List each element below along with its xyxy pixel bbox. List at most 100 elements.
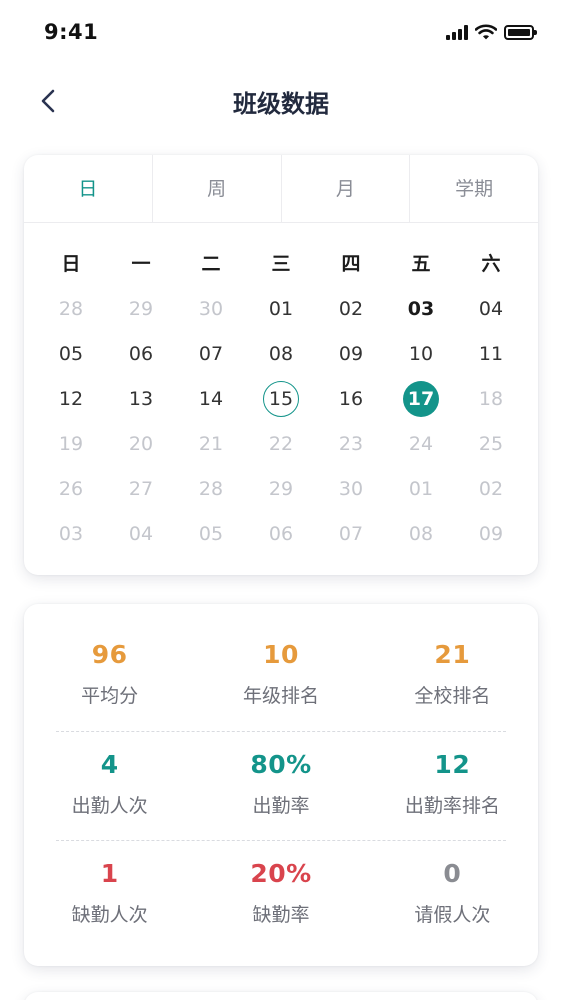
calendar-day[interactable]: 18	[456, 376, 526, 421]
stat-attendance-count: 4 出勤人次	[24, 714, 195, 824]
calendar-grid: 28 29 30 01 02 03 04 05 06 07 08 09 10 1…	[24, 286, 538, 556]
calendar-week: 05 06 07 08 09 10 11	[36, 331, 526, 376]
period-tabs: 日 周 月 学期	[24, 155, 538, 223]
stat-label: 出勤人次	[71, 795, 148, 817]
wifi-icon	[475, 24, 497, 40]
calendar-day[interactable]: 19	[36, 421, 106, 466]
calendar-day[interactable]: 08	[386, 511, 456, 556]
status-bar: 9:41	[0, 0, 562, 62]
calendar-day[interactable]: 05	[176, 511, 246, 556]
stat-label: 全校排名	[414, 685, 491, 707]
calendar-week: 28 29 30 01 02 03 04	[36, 286, 526, 331]
calendar-day[interactable]: 16	[316, 376, 386, 421]
stat-label: 年级排名	[242, 685, 319, 707]
stat-value: 80%	[250, 750, 312, 779]
stat-average-score: 96 平均分	[24, 604, 195, 714]
calendar-day[interactable]: 23	[316, 421, 386, 466]
stat-value: 12	[434, 750, 471, 779]
calendar-day[interactable]: 20	[106, 421, 176, 466]
weekday-label: 三	[271, 253, 291, 275]
calendar-day[interactable]: 29	[246, 466, 316, 511]
calendar-day[interactable]: 02	[316, 286, 386, 331]
stat-label: 出勤率排名	[404, 795, 500, 817]
calendar-day[interactable]: 21	[176, 421, 246, 466]
calendar-day[interactable]: 10	[386, 331, 456, 376]
weekday-label: 日	[61, 253, 81, 275]
nav-bar: 班级数据	[0, 70, 562, 130]
calendar-card: 日 周 月 学期 日 一 二 三 四 五 六 28 29 30 01 02 03…	[24, 155, 538, 575]
calendar-day[interactable]: 25	[456, 421, 526, 466]
stat-value: 10	[263, 640, 299, 669]
calendar-day[interactable]: 24	[386, 421, 456, 466]
status-icons	[446, 24, 537, 40]
tab-semester[interactable]: 学期	[410, 155, 538, 222]
calendar-day[interactable]: 22	[246, 421, 316, 466]
calendar-day-today[interactable]: 15	[246, 376, 316, 421]
calendar-day[interactable]: 01	[246, 286, 316, 331]
calendar-day[interactable]: 26	[36, 466, 106, 511]
calendar-week: 12 13 14 15 16 17 18	[36, 376, 526, 421]
calendar-day[interactable]: 01	[386, 466, 456, 511]
stat-school-rank: 21 全校排名	[367, 604, 538, 714]
stat-value: 20%	[250, 859, 312, 888]
page-title: 班级数据	[233, 90, 329, 118]
calendar-week: 19 20 21 22 23 24 25	[36, 421, 526, 466]
stat-label: 出勤率	[252, 795, 310, 817]
calendar-week: 03 04 05 06 07 08 09	[36, 511, 526, 556]
calendar-day[interactable]: 30	[176, 286, 246, 331]
calendar-day[interactable]: 07	[176, 331, 246, 376]
weekday-label: 六	[481, 253, 501, 275]
stat-value: 0	[443, 859, 462, 888]
stat-label: 平均分	[81, 685, 139, 707]
stat-value: 1	[100, 859, 119, 888]
calendar-day[interactable]: 28	[36, 286, 106, 331]
battery-icon	[504, 24, 537, 40]
stat-value: 96	[91, 640, 128, 669]
calendar-day[interactable]: 30	[316, 466, 386, 511]
calendar-day[interactable]: 27	[106, 466, 176, 511]
calendar-day[interactable]: 08	[246, 331, 316, 376]
calendar-day[interactable]: 04	[456, 286, 526, 331]
calendar-day[interactable]: 06	[106, 331, 176, 376]
signal-icon	[446, 24, 468, 40]
calendar-day[interactable]: 09	[316, 331, 386, 376]
calendar-day[interactable]: 03	[36, 511, 106, 556]
stat-value: 21	[434, 640, 471, 669]
status-time: 9:41	[44, 20, 99, 44]
calendar-day[interactable]: 05	[36, 331, 106, 376]
stat-absence-rate: 20% 缺勤率	[195, 823, 366, 933]
calendar-day[interactable]: 06	[246, 511, 316, 556]
stat-label: 缺勤人次	[71, 904, 148, 926]
stats-card: 96 平均分 10 年级排名 21 全校排名 4 出勤人次 80% 出勤率 12…	[24, 604, 538, 966]
calendar-day[interactable]: 04	[106, 511, 176, 556]
calendar-week: 26 27 28 29 30 01 02	[36, 466, 526, 511]
next-card	[24, 992, 538, 1000]
stats-row-score: 96 平均分 10 年级排名 21 全校排名	[24, 604, 538, 714]
calendar-day[interactable]: 09	[456, 511, 526, 556]
stat-leave-count: 0 请假人次	[367, 823, 538, 933]
calendar-day[interactable]: 28	[176, 466, 246, 511]
stats-row-attendance: 4 出勤人次 80% 出勤率 12 出勤率排名	[24, 714, 538, 824]
stat-grade-rank: 10 年级排名	[195, 604, 366, 714]
weekday-label: 一	[131, 253, 151, 275]
stat-attendance-rate: 80% 出勤率	[195, 714, 366, 824]
stats-row-absence: 1 缺勤人次 20% 缺勤率 0 请假人次	[24, 823, 538, 933]
tab-day[interactable]: 日	[24, 155, 153, 222]
stat-label: 缺勤率	[252, 904, 310, 926]
calendar-day[interactable]: 03	[386, 286, 456, 331]
calendar-day[interactable]: 11	[456, 331, 526, 376]
weekday-label: 四	[341, 253, 361, 275]
tab-week[interactable]: 周	[153, 155, 282, 222]
calendar-day[interactable]: 07	[316, 511, 386, 556]
stat-value: 4	[100, 750, 119, 779]
calendar-day-selected[interactable]: 17	[386, 376, 456, 421]
tab-month[interactable]: 月	[282, 155, 411, 222]
calendar-day[interactable]: 13	[106, 376, 176, 421]
calendar-day[interactable]: 02	[456, 466, 526, 511]
weekday-header: 日 一 二 三 四 五 六	[24, 249, 538, 276]
stat-attendance-rank: 12 出勤率排名	[367, 714, 538, 824]
stat-absence-count: 1 缺勤人次	[24, 823, 195, 933]
calendar-day[interactable]: 29	[106, 286, 176, 331]
calendar-day[interactable]: 14	[176, 376, 246, 421]
calendar-day[interactable]: 12	[36, 376, 106, 421]
